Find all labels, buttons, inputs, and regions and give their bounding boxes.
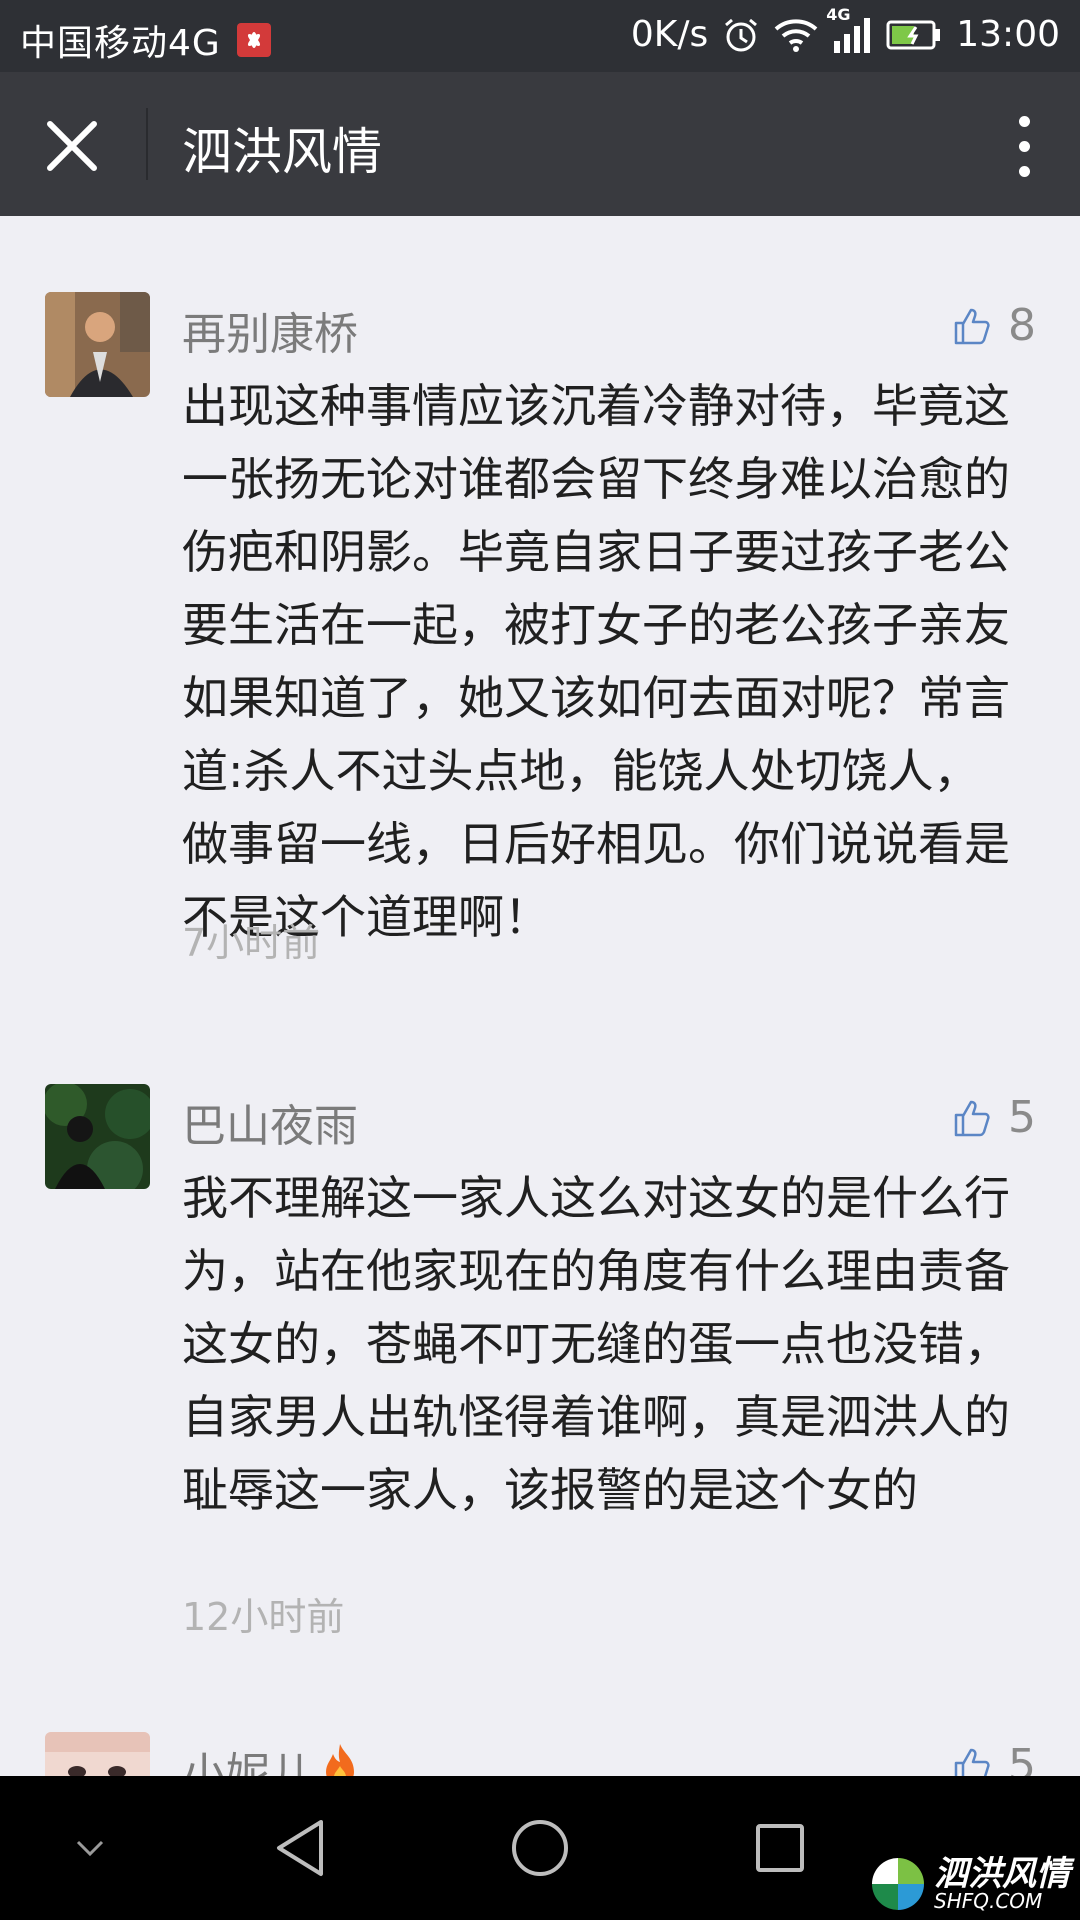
recents-button[interactable]	[740, 1776, 820, 1920]
toolbar: 泗洪风情	[0, 72, 1080, 216]
like-count: 8	[1008, 300, 1036, 351]
system-nav-bar: 泗洪风情 SHFQ.COM	[0, 1776, 1080, 1920]
comment-list[interactable]: 再别康桥 8 出现这种事情应该沉着冷静对待，毕竟这一张扬无论对谁都会留下终身难以…	[0, 216, 1080, 1776]
comment-item: 巴山夜雨 5 我不理解这一家人这么对这女的是什么行为，站在他家现在的角度有什么理…	[0, 1084, 1080, 1684]
home-circle-icon	[512, 1820, 568, 1876]
alarm-icon	[722, 16, 760, 54]
page-title: 泗洪风情	[182, 123, 382, 181]
battery-icon	[886, 20, 942, 50]
comment-item: 小妮儿 5	[0, 1732, 1080, 1776]
thumbs-up-icon	[954, 1748, 990, 1776]
status-right: 0K/s 4G 13:00	[630, 5, 1060, 56]
commenter-name[interactable]: 巴山夜雨	[182, 1090, 358, 1154]
close-button[interactable]	[40, 114, 104, 178]
wifi-icon	[774, 17, 818, 53]
toolbar-divider	[146, 108, 148, 180]
avatar[interactable]	[45, 1732, 150, 1776]
huawei-notification-icon	[236, 23, 271, 57]
more-dots-icon	[1019, 116, 1030, 127]
watermark-text: 泗洪风情 SHFQ.COM	[934, 1854, 1070, 1913]
signal-icon: 4G	[826, 5, 872, 53]
carrier-label: 中国移动4G	[20, 23, 221, 64]
avatar[interactable]	[45, 1084, 150, 1189]
commenter-name[interactable]: 小妮儿	[182, 1738, 360, 1776]
thumbs-up-icon	[954, 308, 990, 344]
comment-text: 出现这种事情应该沉着冷静对待，毕竟这一张扬无论对谁都会留下终身难以治愈的伤疤和阴…	[182, 379, 1010, 944]
clock: 13:00	[956, 14, 1060, 55]
logo-icon	[872, 1858, 924, 1910]
close-icon	[47, 121, 97, 171]
comment-time: 7小时前	[182, 921, 321, 965]
network-speed: 0K/s	[630, 14, 709, 55]
back-button[interactable]	[260, 1776, 340, 1920]
like-button[interactable]: 8	[952, 300, 1036, 351]
comment-time: 12小时前	[182, 1595, 345, 1639]
network-type-label: 4G	[826, 4, 851, 24]
commenter-name[interactable]: 再别康桥	[182, 298, 358, 362]
like-button[interactable]: 5	[952, 1092, 1036, 1143]
watermark: 泗洪风情 SHFQ.COM	[868, 1854, 1070, 1914]
comment-item: 再别康桥 8 出现这种事情应该沉着冷静对待，毕竟这一张扬无论对谁都会留下终身难以…	[0, 292, 1080, 1012]
more-menu-button[interactable]	[1004, 112, 1044, 182]
comment-text: 我不理解这一家人这么对这女的是什么行为，站在他家现在的角度有什么理由责备这女的，…	[182, 1171, 1010, 1517]
status-bar: 中国移动4G 0K/s 4G 13:00	[0, 0, 1080, 72]
home-button[interactable]	[500, 1776, 580, 1920]
like-count: 5	[1008, 1740, 1036, 1776]
hide-keyboard-button[interactable]	[50, 1776, 130, 1920]
chevron-down-icon	[76, 1840, 104, 1857]
fire-icon	[320, 1742, 360, 1776]
avatar[interactable]	[45, 292, 150, 397]
like-button[interactable]: 5	[952, 1740, 1036, 1776]
status-left: 中国移动4G	[20, 14, 271, 66]
recents-square-icon	[756, 1824, 804, 1872]
back-triangle-icon	[277, 1820, 323, 1876]
thumbs-up-icon	[954, 1100, 990, 1136]
like-count: 5	[1008, 1092, 1036, 1143]
